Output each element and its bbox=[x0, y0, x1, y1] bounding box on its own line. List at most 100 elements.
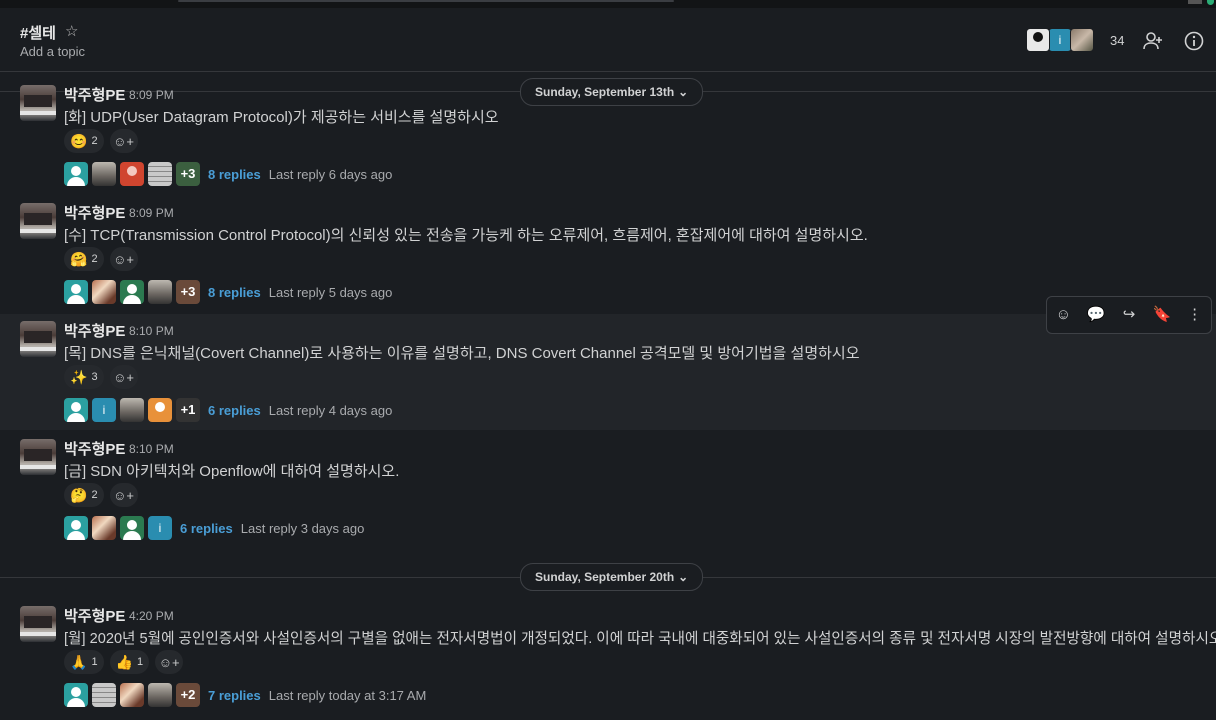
add-person-icon[interactable] bbox=[1142, 30, 1164, 52]
add-reaction-icon[interactable]: ☺+ bbox=[109, 129, 138, 153]
last-reply-text: Last reply 6 days ago bbox=[268, 166, 393, 182]
message-time[interactable]: 8:09 PM bbox=[129, 206, 174, 220]
last-reply-text: Last reply today at 3:17 AM bbox=[268, 687, 427, 703]
star-icon[interactable]: ☆ bbox=[65, 22, 78, 40]
reaction-pill[interactable]: 🤔 2 bbox=[64, 483, 104, 507]
message-time[interactable]: 8:10 PM bbox=[129, 442, 174, 456]
thread-avatar bbox=[92, 280, 116, 304]
add-topic-link[interactable]: Add a topic bbox=[20, 44, 85, 59]
reactions: 🤔 2 ☺+ bbox=[64, 483, 138, 507]
thread-avatar bbox=[120, 280, 144, 304]
window-top-strip bbox=[0, 0, 1216, 8]
reactions: 🙏 1 👍 1 ☺+ bbox=[64, 650, 184, 674]
thread-avatar bbox=[120, 398, 144, 422]
user-avatar[interactable] bbox=[20, 606, 56, 642]
add-reaction-icon[interactable]: ☺+ bbox=[109, 365, 138, 389]
share-icon[interactable]: ↪ bbox=[1115, 301, 1143, 329]
message[interactable]: 박주형PE 4:20 PM [월] 2020년 5월에 공인인증서와 사설인증서… bbox=[0, 599, 1216, 720]
bookmark-icon[interactable]: 🔖 bbox=[1148, 301, 1176, 329]
more-avatars-count: +3 bbox=[176, 280, 200, 304]
message-author[interactable]: 박주형PE bbox=[64, 320, 125, 341]
message-time[interactable]: 4:20 PM bbox=[129, 609, 174, 623]
thread-icon[interactable]: 💬 bbox=[1082, 301, 1110, 329]
reaction-pill[interactable]: 👍 1 bbox=[109, 650, 150, 674]
thread-avatar bbox=[120, 683, 144, 707]
message-text: [금] SDN 아키텍처와 Openflow에 대하여 설명하시오. bbox=[64, 463, 400, 480]
info-icon[interactable] bbox=[1183, 30, 1205, 52]
message-author[interactable]: 박주형PE bbox=[64, 202, 125, 223]
message-text: [월] 2020년 5월에 공인인증서와 사설인증서의 구별을 없애는 전자서명… bbox=[64, 631, 1216, 647]
chevron-down-icon: ⌄ bbox=[678, 570, 689, 584]
user-avatar[interactable] bbox=[20, 203, 56, 239]
channel-name[interactable]: #셀테 bbox=[20, 22, 56, 43]
member-list-button[interactable]: i 34 bbox=[1026, 28, 1124, 52]
thread-avatar bbox=[92, 516, 116, 540]
channel-header: #셀테 ☆ Add a topic i 34 bbox=[0, 8, 1216, 72]
reaction-count: 3 bbox=[91, 371, 98, 383]
message[interactable]: 박주형PE 8:10 PM [금] SDN 아키텍처와 Openflow에 대하… bbox=[0, 432, 1216, 550]
date-pill[interactable]: Sunday, September 20th ⌄ bbox=[520, 563, 704, 591]
reaction-pill[interactable]: 😊 2 bbox=[64, 129, 104, 153]
member-count: 34 bbox=[1110, 32, 1125, 48]
thread-avatar bbox=[64, 162, 88, 186]
user-avatar[interactable] bbox=[20, 321, 56, 357]
thread-avatar bbox=[148, 280, 172, 304]
reaction-count: 2 bbox=[91, 253, 98, 265]
thread-summary[interactable]: i +1 6 replies Last reply 4 days ago bbox=[64, 398, 392, 422]
last-reply-text: Last reply 3 days ago bbox=[240, 520, 365, 536]
reaction-emoji: 🤗 bbox=[70, 250, 88, 267]
status-dot bbox=[1207, 0, 1214, 5]
message[interactable]: 박주형PE 8:10 PM [목] DNS를 은닉채널(Covert Chann… bbox=[0, 314, 1216, 430]
reaction-pill[interactable]: ✨ 3 bbox=[64, 365, 104, 389]
replies-link[interactable]: 8 replies bbox=[208, 285, 261, 300]
reactions: ✨ 3 ☺+ bbox=[64, 365, 138, 389]
reactions: 🤗 2 ☺+ bbox=[64, 247, 138, 271]
thread-summary[interactable]: +3 8 replies Last reply 5 days ago bbox=[64, 280, 392, 304]
reaction-emoji: 👍 bbox=[115, 653, 133, 670]
thread-avatar bbox=[148, 162, 172, 186]
thread-summary[interactable]: +2 7 replies Last reply today at 3:17 AM bbox=[64, 683, 426, 707]
thread-summary[interactable]: i 6 replies Last reply 3 days ago bbox=[64, 516, 364, 540]
thread-avatar bbox=[148, 398, 172, 422]
more-vertical-icon[interactable]: ⋮ bbox=[1181, 301, 1209, 329]
reaction-count: 2 bbox=[91, 135, 98, 147]
add-reaction-icon[interactable]: ☺+ bbox=[109, 483, 138, 507]
reaction-pill[interactable]: 🙏 1 bbox=[64, 650, 104, 674]
message-author[interactable]: 박주형PE bbox=[64, 605, 125, 626]
thread-summary[interactable]: +3 8 replies Last reply 6 days ago bbox=[64, 162, 392, 186]
message-author[interactable]: 박주형PE bbox=[64, 84, 125, 105]
replies-link[interactable]: 6 replies bbox=[208, 403, 261, 418]
message-actions-toolbar: ☺ 💬 ↪ 🔖 ⋮ bbox=[1046, 296, 1212, 334]
last-reply-text: Last reply 5 days ago bbox=[268, 284, 393, 300]
message-author[interactable]: 박주형PE bbox=[64, 438, 125, 459]
more-avatars-count: +3 bbox=[176, 162, 200, 186]
reaction-count: 1 bbox=[91, 656, 98, 668]
thread-avatar bbox=[64, 398, 88, 422]
thread-avatar bbox=[120, 516, 144, 540]
add-reaction-icon[interactable]: ☺ bbox=[1049, 301, 1077, 329]
reaction-emoji: 😊 bbox=[70, 132, 88, 149]
replies-link[interactable]: 7 replies bbox=[208, 688, 261, 703]
member-avatar bbox=[1070, 28, 1094, 52]
date-label: Sunday, September 20th bbox=[535, 570, 675, 584]
reaction-pill[interactable]: 🤗 2 bbox=[64, 247, 104, 271]
add-reaction-icon[interactable]: ☺+ bbox=[109, 247, 138, 271]
more-avatars-count: +1 bbox=[176, 398, 200, 422]
message-time[interactable]: 8:10 PM bbox=[129, 324, 174, 338]
add-reaction-icon[interactable]: ☺+ bbox=[155, 650, 184, 674]
reaction-emoji: 🤔 bbox=[70, 486, 88, 503]
address-bar bbox=[178, 0, 674, 2]
thread-avatar bbox=[64, 683, 88, 707]
replies-link[interactable]: 8 replies bbox=[208, 167, 261, 182]
reaction-emoji: 🙏 bbox=[70, 653, 88, 670]
message-time[interactable]: 8:09 PM bbox=[129, 88, 174, 102]
message[interactable]: 박주형PE 8:09 PM [화] UDP(User Datagram Prot… bbox=[0, 78, 1216, 196]
replies-link[interactable]: 6 replies bbox=[180, 521, 233, 536]
member-avatar: i bbox=[1048, 28, 1072, 52]
message[interactable]: 박주형PE 8:09 PM [수] TCP(Transmission Contr… bbox=[0, 196, 1216, 314]
message-text: [수] TCP(Transmission Control Protocol)의 … bbox=[64, 227, 868, 244]
last-reply-text: Last reply 4 days ago bbox=[268, 402, 393, 418]
window-control bbox=[1188, 0, 1202, 4]
user-avatar[interactable] bbox=[20, 85, 56, 121]
user-avatar[interactable] bbox=[20, 439, 56, 475]
